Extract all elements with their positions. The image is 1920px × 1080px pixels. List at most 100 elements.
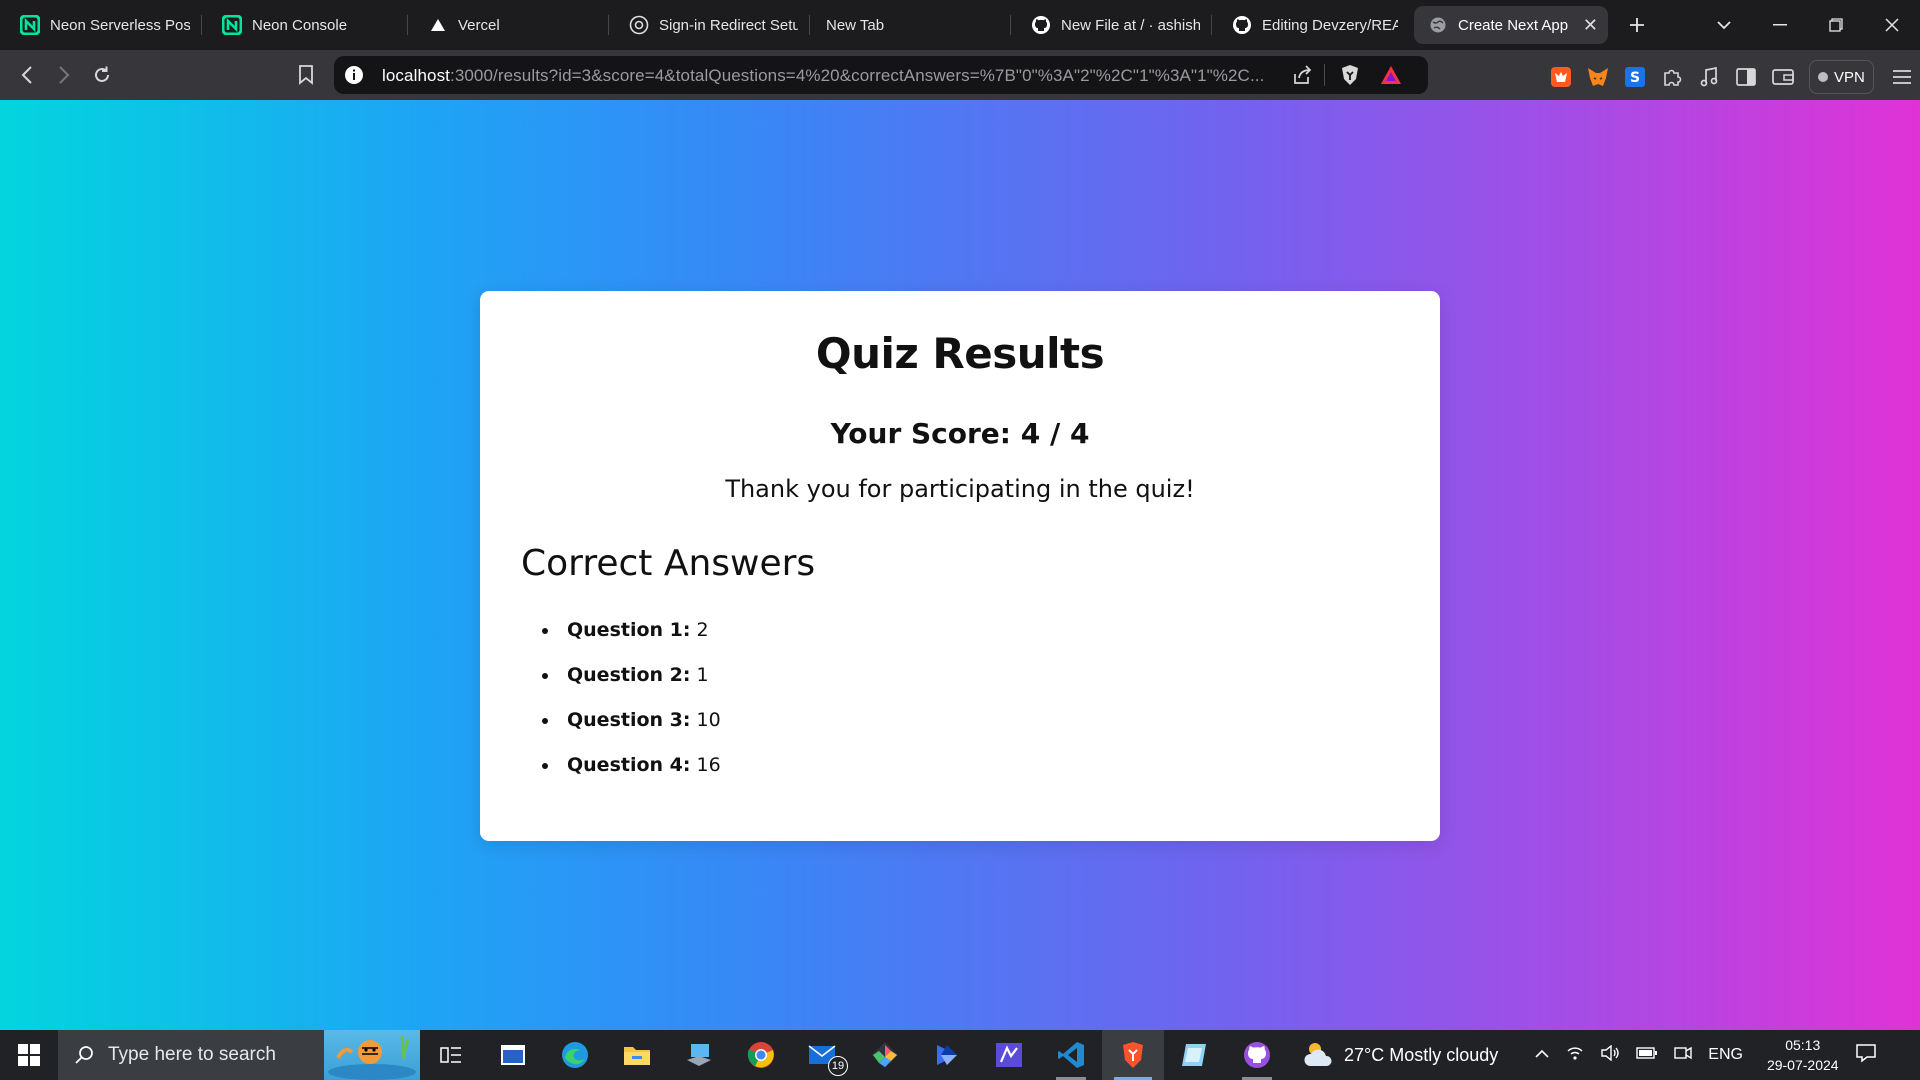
- media-music-icon[interactable]: [1694, 62, 1724, 92]
- taskbar-github-desktop[interactable]: [1226, 1030, 1288, 1080]
- list-item: Question 2: 1: [542, 664, 721, 709]
- address-bar[interactable]: localhost:3000/results?id=3&score=4&tota…: [334, 56, 1428, 94]
- globe-icon: [1428, 15, 1448, 35]
- book-app-icon: [1182, 1044, 1206, 1066]
- vpn-button[interactable]: VPN: [1809, 60, 1874, 94]
- correct-answers-heading: Correct Answers: [521, 543, 816, 584]
- taskbar-app-window[interactable]: [482, 1030, 544, 1080]
- language-indicator[interactable]: ENG: [1708, 1046, 1743, 1064]
- network-icon[interactable]: [1566, 1045, 1584, 1066]
- git-app-icon: [872, 1042, 898, 1068]
- page-title: Quiz Results: [815, 329, 1105, 378]
- close-window-button[interactable]: [1864, 0, 1920, 50]
- restore-button[interactable]: [1808, 0, 1864, 50]
- question-label: Question 3:: [567, 709, 691, 731]
- taskbar-remote-desktop[interactable]: [668, 1030, 730, 1080]
- weather-text: 27°C Mostly cloudy: [1344, 1044, 1499, 1065]
- answer-value: 2: [696, 619, 709, 641]
- close-tab-icon[interactable]: ✕: [1571, 15, 1598, 36]
- github-desktop-icon: [1244, 1042, 1270, 1068]
- taskbar-vscode[interactable]: [1040, 1030, 1102, 1080]
- start-button[interactable]: [0, 1030, 58, 1080]
- chevron-down-icon: [1717, 21, 1731, 30]
- answer-value: 16: [696, 754, 721, 776]
- browser-toolbar: localhost:3000/results?id=3&score=4&tota…: [0, 50, 1920, 100]
- taskbar-git-app[interactable]: [854, 1030, 916, 1080]
- minimize-button[interactable]: [1752, 0, 1808, 50]
- chevron-up-icon[interactable]: [1534, 1046, 1550, 1064]
- tab-title: Create Next App: [1458, 16, 1569, 34]
- taskbar-edge[interactable]: [544, 1030, 606, 1080]
- new-tab-button[interactable]: [1612, 0, 1662, 50]
- search-icon: [74, 1045, 94, 1065]
- volume-icon[interactable]: [1600, 1044, 1620, 1066]
- cloudy-weather-icon: [1304, 1043, 1332, 1066]
- weather-widget[interactable]: 27°C Mostly cloudy: [1302, 1040, 1498, 1070]
- brave-rewards-icon[interactable]: [1380, 65, 1402, 90]
- tab-vercel[interactable]: Vercel: [408, 0, 609, 50]
- answers-list: Question 1: 2 Question 2: 1 Question 3: …: [542, 619, 721, 799]
- neon-logo-icon: [20, 15, 40, 35]
- search-placeholder: Type here to search: [108, 1044, 276, 1065]
- arrow-right-icon: [59, 66, 70, 84]
- notifications-icon[interactable]: [1855, 1042, 1877, 1069]
- metamask-icon[interactable]: [1583, 62, 1613, 92]
- taskbar-chrome[interactable]: [730, 1030, 792, 1080]
- tab-create-next-app[interactable]: Create Next App ✕: [1414, 6, 1608, 44]
- tab-title: New Tab: [826, 16, 885, 34]
- tab-neon-console[interactable]: Neon Console: [202, 0, 408, 50]
- list-item: Question 3: 10: [542, 709, 721, 754]
- menu-button[interactable]: [1887, 62, 1917, 92]
- hamburger-icon: [1892, 70, 1911, 84]
- brave-shields-icon[interactable]: [1340, 64, 1360, 91]
- extension-s-icon[interactable]: S: [1620, 62, 1650, 92]
- divider: [1324, 64, 1325, 86]
- tab-sign-in-redirect[interactable]: Sign-in Redirect Setu: [609, 0, 810, 50]
- github-logo-icon: [1031, 15, 1051, 35]
- taskbar-app-book[interactable]: [1164, 1030, 1226, 1080]
- answer-value: 10: [696, 709, 721, 731]
- taskbar-brave[interactable]: [1102, 1030, 1164, 1080]
- tab-github-new-file[interactable]: New File at / · ashish: [1011, 0, 1212, 50]
- bookmark-button[interactable]: [287, 56, 325, 94]
- question-label: Question 4:: [567, 754, 691, 776]
- tab-github-editing[interactable]: Editing Devzery/REAI: [1212, 0, 1410, 50]
- chrome-icon: [747, 1042, 774, 1068]
- site-info-icon[interactable]: [344, 65, 364, 90]
- reload-button[interactable]: [83, 56, 121, 94]
- wallet-icon[interactable]: [1768, 62, 1798, 92]
- folder-icon: [624, 1047, 650, 1065]
- task-view-button[interactable]: [420, 1030, 482, 1080]
- tab-search-button[interactable]: [1696, 0, 1752, 50]
- openai-logo-icon: [629, 15, 649, 35]
- list-item: Question 4: 16: [542, 754, 721, 799]
- vpn-label: VPN: [1834, 68, 1865, 86]
- vercel-logo-icon: [428, 15, 448, 35]
- mail-badge: 19: [828, 1056, 848, 1076]
- tab-neon-serverless[interactable]: Neon Serverless Post: [0, 0, 202, 50]
- bookmark-icon: [299, 65, 313, 85]
- taskbar-app-purple[interactable]: [978, 1030, 1040, 1080]
- back-button[interactable]: [8, 56, 46, 94]
- clock-time: 05:13: [1785, 1037, 1821, 1053]
- question-label: Question 1:: [567, 619, 691, 641]
- computer-icon: [687, 1044, 711, 1066]
- taskbar-file-explorer[interactable]: [606, 1030, 668, 1080]
- taskbar-power-automate[interactable]: [916, 1030, 978, 1080]
- windows-logo-icon: [18, 1044, 40, 1066]
- taskbar-search[interactable]: Type here to search: [58, 1030, 420, 1080]
- forward-button[interactable]: [45, 56, 83, 94]
- taskbar-mail[interactable]: 19: [792, 1030, 854, 1080]
- extension-fox-icon[interactable]: [1546, 62, 1576, 92]
- sidebar-toggle-icon[interactable]: [1731, 62, 1761, 92]
- windows-taskbar: Type here to search 19 27°C Mostly cloud…: [0, 1030, 1920, 1080]
- tab-new-tab[interactable]: New Tab: [810, 0, 1011, 50]
- restore-icon: [1829, 18, 1843, 32]
- meet-now-icon[interactable]: [1674, 1045, 1692, 1066]
- minimize-icon: [1773, 24, 1787, 26]
- battery-icon[interactable]: [1636, 1046, 1658, 1065]
- extensions-puzzle-icon[interactable]: [1657, 62, 1687, 92]
- task-view-icon: [440, 1047, 461, 1063]
- clock[interactable]: 05:13 29-07-2024: [1759, 1035, 1847, 1075]
- share-icon[interactable]: [1292, 65, 1312, 90]
